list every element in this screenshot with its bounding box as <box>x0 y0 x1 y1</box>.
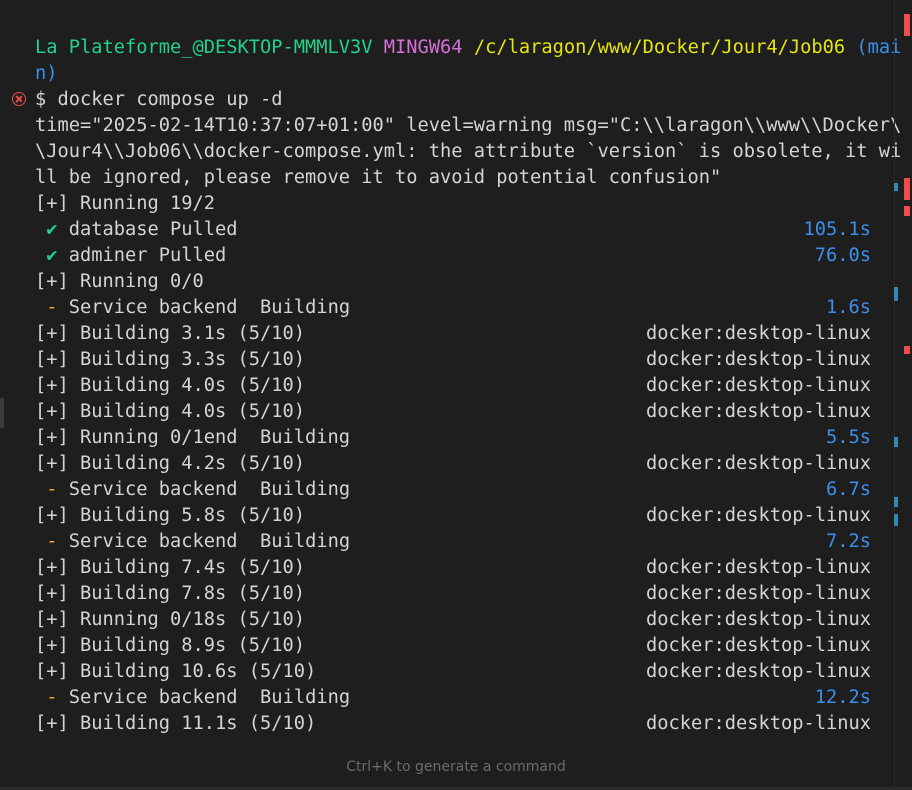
row-text: [+] Building 10.6s (5/10) <box>35 661 317 682</box>
output-row: [+] Building 8.9s (5/10) docker:desktop-l… <box>35 633 871 659</box>
output-row: [+] Building 4.0s (5/10) docker:desktop-l… <box>35 373 871 399</box>
prompt-path: /c/laragon/www/Docker/Jour4/Job06 <box>473 37 846 58</box>
builder-name: docker:desktop-linux <box>645 583 871 604</box>
output-row: [+] Running 0/18s (5/10) docker:desktop-l… <box>35 607 871 633</box>
output-row: - Service backend Building 7.2s <box>35 529 871 555</box>
builder-name: docker:desktop-linux <box>645 635 871 656</box>
error-marker <box>904 178 910 200</box>
row-text: [+] Building 3.3s (5/10) <box>35 349 306 370</box>
output-row: ✔ adminer Pulled 76.0s <box>35 243 871 269</box>
progress-dash-icon: - <box>46 687 58 708</box>
output-row: [+] Building 11.1s (5/10) docker:desktop-… <box>35 711 871 737</box>
row-text: Service backend Building <box>68 479 351 500</box>
output-row: ✔ database Pulled 105.1s <box>35 217 871 243</box>
info-marker <box>894 183 898 191</box>
info-marker <box>894 514 898 526</box>
prompt-user-host: La Plateforme_@DESKTOP-MMMLV3V <box>35 37 373 58</box>
row-text: database Pulled <box>68 219 238 240</box>
builder-name: docker:desktop-linux <box>645 713 871 734</box>
warning-line-3: ll be ignored, please remove it to avoid… <box>35 167 722 188</box>
output-row: [+] Building 3.1s (5/10) docker:desktop-l… <box>35 321 871 347</box>
row-text: [+] Building 5.8s (5/10) <box>35 505 306 526</box>
info-marker <box>894 287 898 301</box>
builder-name: docker:desktop-linux <box>645 349 871 370</box>
sash-handle[interactable] <box>0 398 4 428</box>
elapsed-time: 105.1s <box>803 219 871 240</box>
progress-dash-icon: - <box>46 297 58 318</box>
row-left: - Service backend Building <box>35 477 350 503</box>
row-text: [+] Running 0/18s (5/10) <box>35 609 306 630</box>
builder-name: docker:desktop-linux <box>645 453 871 474</box>
output-row: [+] Building 4.0s (5/10) docker:desktop-l… <box>35 399 871 425</box>
output-row: [+] Building 5.8s (5/10) docker:desktop-l… <box>35 503 871 529</box>
info-marker <box>894 437 898 447</box>
terminal-panel[interactable]: La Plateforme_@DESKTOP-MMMLV3V MINGW64 /… <box>0 0 912 790</box>
checkmark-icon: ✔ <box>46 245 58 266</box>
warning-line-1: time="2025-02-14T10:37:07+01:00" level=w… <box>35 115 902 136</box>
builder-name: docker:desktop-linux <box>645 557 871 578</box>
row-text: Service backend Building <box>68 297 351 318</box>
builder-name: docker:desktop-linux <box>645 609 871 630</box>
error-marker <box>904 346 910 354</box>
output-row: [+] Building 3.3s (5/10) docker:desktop-l… <box>35 347 871 373</box>
row-text: Service backend Building <box>68 531 351 552</box>
generate-command-hint[interactable]: Ctrl+K to generate a command <box>0 759 912 775</box>
progress-dash-icon: - <box>46 479 58 500</box>
warning-line-2: \Jour4\\Job06\\docker-compose.yml: the a… <box>35 141 902 162</box>
output-row: [+] Running 0/1end Building 5.5s <box>35 425 871 451</box>
output-row: [+] Building 4.2s (5/10) docker:desktop-l… <box>35 451 871 477</box>
error-marker <box>904 206 910 216</box>
row-text: [+] Running 0/0 <box>35 271 204 292</box>
output-row: [+] Running 19/2 <box>35 191 871 217</box>
elapsed-time: 12.2s <box>814 687 871 708</box>
row-text: [+] Building 8.9s (5/10) <box>35 635 306 656</box>
elapsed-time: 5.5s <box>825 427 871 448</box>
output-row: - Service backend Building 12.2s <box>35 685 871 711</box>
row-text: [+] Building 4.0s (5/10) <box>35 375 306 396</box>
output-row: - Service backend Building 1.6s <box>35 295 871 321</box>
row-left: - Service backend Building <box>35 295 350 321</box>
elapsed-time: 7.2s <box>825 531 871 552</box>
row-text: [+] Building 3.1s (5/10) <box>35 323 306 344</box>
builder-name: docker:desktop-linux <box>645 401 871 422</box>
info-marker <box>894 497 898 507</box>
elapsed-time: 76.0s <box>814 245 871 266</box>
row-text: [+] Building 4.2s (5/10) <box>35 453 306 474</box>
row-text: adminer Pulled <box>68 245 227 266</box>
output-row: [+] Building 7.4s (5/10) docker:desktop-l… <box>35 555 871 581</box>
elapsed-time: 6.7s <box>825 479 871 500</box>
builder-name: docker:desktop-linux <box>645 375 871 396</box>
builder-name: docker:desktop-linux <box>645 505 871 526</box>
row-text: [+] Building 4.0s (5/10) <box>35 401 306 422</box>
row-text: [+] Building 7.4s (5/10) <box>35 557 306 578</box>
command-line: $ docker compose up -d <box>35 89 283 110</box>
row-text: [+] Building 11.1s (5/10) <box>35 713 317 734</box>
builder-name: docker:desktop-linux <box>645 661 871 682</box>
row-left: ✔ adminer Pulled <box>35 243 226 269</box>
output-row: [+] Building 7.8s (5/10) docker:desktop-l… <box>35 581 871 607</box>
elapsed-time: 1.6s <box>825 297 871 318</box>
builder-name: docker:desktop-linux <box>645 323 871 344</box>
output-row: - Service backend Building 6.7s <box>35 477 871 503</box>
output-row: [+] Running 0/0 <box>35 269 871 295</box>
error-circle-icon[interactable] <box>12 92 26 106</box>
row-left: ✔ database Pulled <box>35 217 238 243</box>
scrollbar[interactable] <box>894 0 912 790</box>
progress-dash-icon: - <box>46 531 58 552</box>
row-text: Service backend Building <box>68 687 351 708</box>
row-left: - Service backend Building <box>35 685 350 711</box>
row-left: - Service backend Building <box>35 529 350 555</box>
prompt-branch-wrap: n) <box>35 63 58 84</box>
row-text: [+] Running 0/1end Building <box>35 427 351 448</box>
prompt-line: La Plateforme_@DESKTOP-MMMLV3V MINGW64 /… <box>35 35 901 61</box>
row-text: [+] Building 7.8s (5/10) <box>35 583 306 604</box>
row-text: [+] Running 19/2 <box>35 193 216 214</box>
prompt-line-wrap: n) <box>35 61 58 87</box>
checkmark-icon: ✔ <box>46 219 58 240</box>
error-marker <box>904 14 910 36</box>
prompt-shell: MINGW64 <box>383 37 463 58</box>
output-row: [+] Building 10.6s (5/10) docker:desktop-… <box>35 659 871 685</box>
